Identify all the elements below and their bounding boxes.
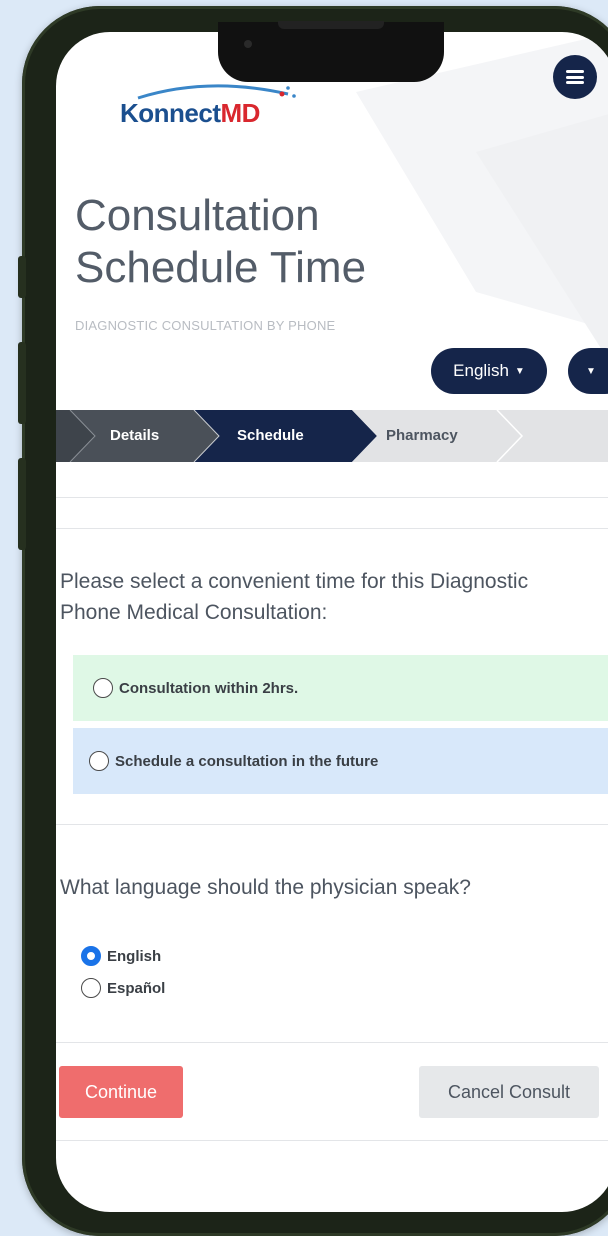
page-title-line2: Schedule Time [75,243,367,292]
option-within-2hrs[interactable]: Consultation within 2hrs. [73,655,608,721]
page-subtitle: DIAGNOSTIC CONSULTATION BY PHONE [75,318,336,333]
radio-schedule-future[interactable] [89,751,109,771]
language-option-english[interactable]: English [81,946,161,966]
page-title-line1: Consultation [75,191,320,240]
step-pharmacy[interactable]: Pharmacy [386,427,458,444]
logo-text-md: MD [220,98,261,128]
progress-steps: Details Schedule Pharmacy [56,410,608,462]
secondary-dropdown-button[interactable]: ▼ [568,348,608,394]
divider [56,1042,608,1043]
cancel-consult-button[interactable]: Cancel Consult [419,1066,599,1118]
radio-within-2hrs[interactable] [93,678,113,698]
phone-volume-down [18,458,26,550]
divider [56,528,608,529]
language-option-espanol[interactable]: Español [81,978,165,998]
language-option-english-label: English [107,947,162,965]
logo-text-konnect: Konnect [120,98,221,128]
option-schedule-future-label: Schedule a consultation in the future [115,752,379,770]
radio-espanol[interactable] [81,978,101,998]
menu-button[interactable] [553,55,597,99]
step-schedule[interactable]: Schedule [237,427,304,444]
camera-dot [244,40,252,48]
language-option-espanol-label: Español [107,979,166,997]
option-schedule-future[interactable]: Schedule a consultation in the future [73,728,608,794]
phone-mute-switch [18,256,26,298]
page-title: Consultation Schedule Time [75,190,366,294]
continue-button[interactable]: Continue [59,1066,183,1118]
radio-english[interactable] [81,946,101,966]
phone-volume-up [18,342,26,424]
konnectmd-logo[interactable]: KonnectMD [118,84,318,134]
hamburger-menu-icon [566,70,584,84]
logo-wordmark: KonnectMD [120,98,260,129]
phone-notch [218,21,444,82]
language-dropdown-label: English [453,361,509,380]
caret-down-icon: ▼ [514,365,525,377]
divider [56,824,608,825]
step-details[interactable]: Details [110,427,159,444]
language-question: What language should the physician speak… [60,876,471,899]
time-question: Please select a convenient time for this… [60,570,529,624]
speaker-grille [278,21,384,29]
divider [56,1140,608,1141]
option-within-2hrs-label: Consultation within 2hrs. [119,679,299,697]
language-dropdown-button[interactable]: English ▼ [431,348,547,394]
caret-down-icon: ▼ [586,365,596,377]
divider [56,497,608,498]
